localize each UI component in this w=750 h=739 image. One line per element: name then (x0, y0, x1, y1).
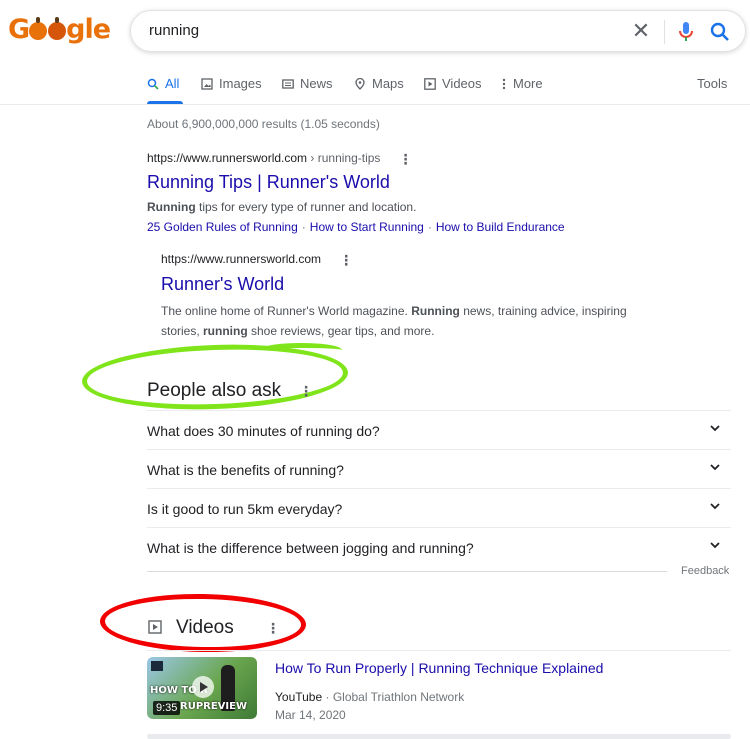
more-vert-icon[interactable]: ⋮ (398, 152, 412, 166)
result-title-link[interactable]: Runner's World (161, 274, 284, 295)
paa-question[interactable]: What is the benefits of running? (147, 449, 731, 488)
chevron-down-icon (710, 425, 720, 432)
nav-divider (0, 104, 750, 105)
map-pin-icon (355, 77, 365, 90)
video-duration: 9:35 (153, 701, 181, 715)
people-also-ask-heading: People also ask (147, 380, 282, 401)
result-url[interactable]: https://www.runnersworld.com › running-t… (147, 151, 412, 166)
people-also-ask-list: What does 30 minutes of running do? What… (147, 410, 731, 566)
sitelink[interactable]: How to Build Endurance (436, 220, 565, 234)
result-title-link[interactable]: Running Tips | Runner's World (147, 172, 390, 193)
search-input[interactable]: running (149, 22, 199, 39)
result-stats: About 6,900,000,000 results (1.05 second… (147, 117, 380, 131)
chevron-down-icon (710, 464, 720, 471)
search-icon (147, 78, 159, 90)
tab-more[interactable]: More (501, 76, 543, 91)
videos-divider (147, 650, 731, 651)
google-logo[interactable]: Ggle (8, 14, 111, 45)
play-icon (192, 676, 214, 698)
pumpkin-o-icon (29, 17, 48, 40)
result-url[interactable]: https://www.runnersworld.com ⋮ (161, 252, 353, 267)
tab-images[interactable]: Images (201, 76, 262, 91)
tab-videos[interactable]: Videos (424, 76, 482, 91)
more-vert-icon[interactable]: ⋮ (339, 253, 353, 267)
channel-logo-icon (151, 661, 163, 671)
paa-divider (147, 571, 667, 572)
paa-question[interactable]: What is the difference between jogging a… (147, 527, 731, 566)
video-play-icon (424, 77, 436, 90)
result-snippet: Running tips for every type of runner an… (147, 200, 417, 214)
more-vert-icon[interactable]: ⋮ (266, 620, 280, 637)
feedback-link[interactable]: Feedback (681, 565, 729, 577)
sitelinks: 25 Golden Rules of Running · How to Start … (147, 220, 565, 234)
paa-question[interactable]: Is it good to run 5km everyday? (147, 488, 731, 527)
chevron-down-icon (710, 542, 720, 549)
microphone-icon[interactable] (676, 21, 696, 43)
video-title-link[interactable]: How To Run Properly | Running Technique … (275, 660, 603, 676)
video-date: Mar 14, 2020 (275, 708, 346, 722)
tab-all[interactable]: All (147, 76, 179, 91)
clear-icon[interactable]: ✕ (629, 18, 653, 44)
search-icon[interactable] (709, 21, 731, 43)
next-video-edge (147, 734, 731, 739)
tab-maps[interactable]: Maps (354, 76, 404, 91)
tools-button[interactable]: Tools (697, 76, 727, 91)
result-snippet: The online home of Runner's World magazi… (161, 304, 627, 338)
sitelink[interactable]: How to Start Running (310, 220, 424, 234)
paa-question[interactable]: What does 30 minutes of running do? (147, 410, 731, 449)
image-icon (201, 77, 213, 90)
green-annotation-stroke (260, 343, 342, 357)
sitelink[interactable]: 25 Golden Rules of Running (147, 220, 298, 234)
videos-heading: Videos (176, 617, 234, 638)
search-box[interactable]: running ✕ (130, 10, 746, 52)
search-divider (664, 20, 665, 44)
tab-news[interactable]: News (282, 76, 333, 91)
video-meta: YouTube · Global Triathlon Network (275, 690, 465, 704)
more-vert-icon[interactable]: ⋮ (299, 383, 313, 400)
pumpkin-o-icon (48, 17, 67, 40)
newspaper-icon (282, 78, 294, 89)
video-thumbnail[interactable]: HOW TO R RUPREVIEW 9:35 (147, 657, 257, 719)
more-vert-icon (502, 78, 506, 89)
video-play-icon (148, 620, 162, 634)
chevron-down-icon (710, 503, 720, 510)
